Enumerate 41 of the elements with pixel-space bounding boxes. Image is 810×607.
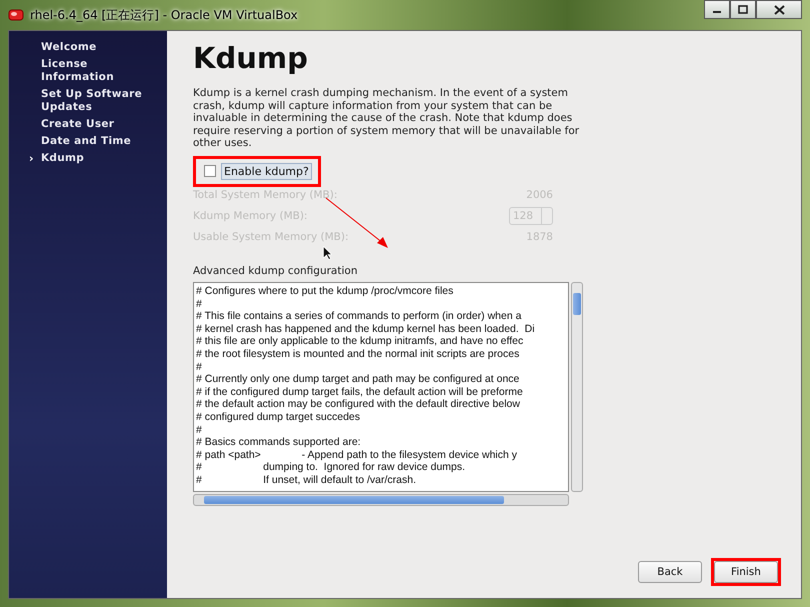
config-line: # Configures where to put the kdump /proc/vmcore files [196,284,454,298]
vertical-scrollbar[interactable] [571,282,583,492]
horizontal-scrollbar[interactable] [193,494,569,506]
config-line: # [196,360,203,374]
config-line: # If unset, will default to /var/crash. [196,474,418,486]
sidebar-item: License Information [41,58,115,84]
page-title: Kdump [193,41,309,75]
sidebar-item: Welcome [41,41,98,54]
nav-button[interactable]: Finish [714,561,778,583]
close-icon [774,4,784,14]
config-line: # configured dump target succedes [196,410,362,424]
config-line: # [196,298,203,310]
config-line: # the root filesystem is mounted and the normal init scripts are proces [196,348,520,361]
sidebar-item: Date and Time [41,135,132,148]
config-line: # if the configured dump target fails, the default action will be preforme [196,386,524,398]
sidebar-item: Set Up Software Updates [41,88,144,114]
config-text-area[interactable] [193,282,569,492]
maximize-button[interactable] [730,0,756,19]
description-text: Kdump is a kernel crash dumping mechanism. In the event of a system crash, kdump will capture information from your system that can be invaluable in determining the cause of the crash. Note that kdump does require reserving a portion of system memory that will be unavailable for other uses. [193,87,580,150]
checkbox-label[interactable]: Enable kdump? [221,162,312,180]
nav-button[interactable]: Back [638,561,702,583]
config-line: # Currently only one dump target and path may be configured at once [196,373,520,386]
section-label: Advanced kdump configuration [193,264,358,277]
config-line: # path <path> - Append path to the filesystem device which y [196,448,518,462]
minimize-button[interactable] [704,0,730,19]
config-line: # this file are only applicable to the kdump initramfs, and have no effec [196,335,524,348]
config-line: # the default action may be configured with the default directive below [196,398,521,411]
window-title: rhel-6.4_64 [正在运行] - Oracle VM VirtualBox [30,6,298,24]
sidebar-item: Create User [41,118,116,131]
app-icon [8,8,24,22]
pointer-icon [323,246,332,260]
enable-checkbox[interactable] [204,165,216,178]
config-line: # Basics commands supported are: [196,436,362,449]
sidebar-item: Kdump [41,152,86,165]
config-line: # kernel crash has happened and the kdump kernel has been loaded. Di [196,322,536,336]
config-line: # [196,424,203,436]
close-button[interactable] [756,0,802,19]
maximize-icon [738,5,748,14]
config-line: # This file contains a series of commands to perform (in order) when a [196,310,522,323]
current-step-marker: › [29,152,35,165]
config-line: # dumping to. Ignored for raw device dumps. [196,461,466,474]
